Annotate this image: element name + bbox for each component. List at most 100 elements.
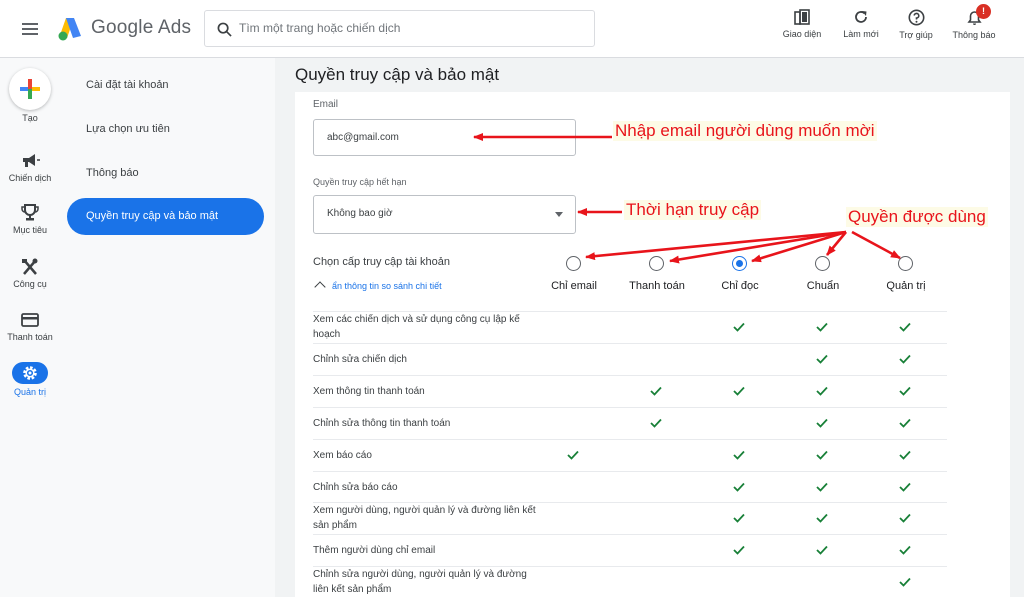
nav-item-notifications[interactable]: Thông báo — [86, 167, 139, 179]
level-label: Chuẩn — [806, 280, 840, 292]
check-icon — [733, 482, 745, 492]
radio-read-only[interactable] — [732, 256, 747, 271]
radio-admin[interactable] — [898, 256, 913, 271]
permission-row: Chỉnh sửa báo cáo — [313, 471, 947, 502]
radio-email-only[interactable] — [566, 256, 581, 271]
layout-label: Giao diện — [782, 29, 822, 39]
check-icon — [899, 322, 911, 332]
permission-row: Chỉnh sửa người dùng, người quản lý và đ… — [313, 566, 947, 597]
access-level-label: Chọn cấp truy cập tài khoản — [313, 256, 450, 268]
rail-label: Quản trị — [13, 387, 46, 397]
check-icon — [733, 450, 745, 460]
rail-item-goals[interactable]: Mục tiêu — [0, 204, 60, 235]
level-label: Thanh toán — [629, 280, 685, 292]
annotation-rights: Quyền được dùng — [846, 207, 988, 227]
permission-text: Chỉnh sửa báo cáo — [313, 482, 398, 493]
check-icon — [816, 513, 828, 523]
tools-icon — [22, 258, 38, 275]
permission-text: Xem thông tin thanh toán — [313, 386, 425, 397]
top-app-bar: Google Ads Tìm một trang hoặc chiến dịch… — [0, 0, 1024, 58]
help-button[interactable]: Trợ giúp — [889, 9, 943, 49]
check-icon — [816, 450, 828, 460]
gear-icon — [23, 366, 37, 380]
check-icon — [899, 386, 911, 396]
check-icon — [816, 386, 828, 396]
check-icon — [733, 545, 745, 555]
help-icon — [908, 9, 924, 26]
nav-item-account-settings[interactable]: Cài đặt tài khoản — [86, 79, 169, 91]
email-label: Email — [313, 99, 339, 110]
chevron-up-icon — [314, 281, 326, 293]
check-icon — [899, 513, 911, 523]
rail-item-campaigns[interactable]: Chiến dịch — [0, 152, 60, 183]
rail-label: Thanh toán — [7, 332, 53, 342]
dropdown-arrow-icon — [555, 212, 563, 217]
trophy-icon — [21, 204, 39, 221]
page-title: Quyền truy cập và bảo mật — [295, 65, 500, 84]
expiry-dropdown[interactable]: Không bao giờ — [313, 195, 576, 234]
megaphone-icon — [23, 154, 40, 167]
rail-item-billing[interactable]: Thanh toán — [0, 311, 60, 342]
layout-button[interactable]: Giao diện — [775, 9, 829, 49]
radio-billing[interactable] — [649, 256, 664, 271]
check-icon — [899, 450, 911, 460]
settings-subnav: Cài đặt tài khoản Lựa chọn ưu tiên Thông… — [60, 58, 275, 597]
permission-text: Chỉnh sửa người dùng, người quản lý và đ… — [313, 569, 527, 595]
permission-row: Xem người dùng, người quản lý và đường l… — [313, 502, 947, 534]
permission-row: Xem thông tin thanh toán — [313, 375, 947, 407]
refresh-button[interactable]: Làm mới — [834, 9, 888, 49]
level-label: Chỉ đọc — [721, 280, 759, 292]
expiry-label: Quyền truy cập hết hạn — [313, 177, 407, 187]
layout-icon — [794, 9, 810, 25]
check-icon — [816, 545, 828, 555]
permission-text: Xem báo cáo — [313, 450, 372, 461]
create-label: Tạo — [22, 113, 38, 123]
search-box[interactable]: Tìm một trang hoặc chiến dịch — [204, 10, 595, 47]
rail-label: Công cụ — [13, 279, 47, 289]
check-icon — [650, 418, 662, 428]
permission-row: Xem các chiến dịch và sử dụng công cụ lậ… — [313, 311, 947, 343]
rail-label: Mục tiêu — [12, 225, 47, 235]
rail-item-admin[interactable]: Quản trị — [0, 362, 60, 397]
check-icon — [567, 450, 579, 460]
radio-standard[interactable] — [815, 256, 830, 271]
check-icon — [899, 545, 911, 555]
rail-item-tools[interactable]: Công cụ — [0, 258, 60, 289]
hamburger-menu-icon[interactable] — [20, 19, 40, 39]
help-label: Trợ giúp — [899, 30, 933, 40]
notifications-button[interactable]: ! Thông báo — [947, 4, 1001, 49]
permission-row: Xem báo cáo — [313, 439, 947, 471]
check-icon — [733, 322, 745, 332]
check-icon — [899, 418, 911, 428]
comparison-toggle[interactable]: ẩn thông tin so sánh chi tiết — [314, 281, 442, 293]
check-icon — [899, 354, 911, 364]
rail-active-indicator — [12, 362, 48, 384]
annotation-expiry: Thời hạn truy cập — [624, 200, 762, 220]
permission-text: Xem các chiến dịch và sử dụng công cụ lậ… — [313, 314, 520, 340]
permission-text: Xem người dùng, người quản lý và đường l… — [313, 505, 536, 531]
check-icon — [733, 513, 745, 523]
search-input[interactable]: Tìm một trang hoặc chiến dịch — [239, 21, 400, 35]
navigation-rail: Tạo Chiến dịch Mục tiêu Công cụ Thanh to… — [0, 58, 60, 597]
check-icon — [733, 386, 745, 396]
nav-item-access-security[interactable]: Quyền truy cập và bảo mật — [67, 198, 264, 235]
permission-row: Chỉnh sửa chiến dịch — [313, 343, 947, 375]
permission-row: Thêm người dùng chỉ email — [313, 534, 947, 566]
email-value: abc@gmail.com — [327, 132, 399, 143]
email-field[interactable]: abc@gmail.com — [313, 119, 576, 156]
create-button[interactable] — [9, 68, 51, 110]
permission-text: Chỉnh sửa thông tin thanh toán — [313, 418, 451, 429]
toggle-label: ẩn thông tin so sánh chi tiết — [332, 281, 442, 291]
check-icon — [816, 322, 828, 332]
search-icon — [217, 22, 232, 37]
permission-text: Thêm người dùng chỉ email — [313, 545, 436, 556]
check-icon — [650, 386, 662, 396]
brand-name: Google Ads — [91, 17, 192, 38]
notification-badge: ! — [976, 4, 991, 19]
nav-item-preferences[interactable]: Lựa chọn ưu tiên — [86, 123, 170, 135]
plus-icon — [20, 79, 40, 99]
annotation-email: Nhập email người dùng muốn mời — [613, 121, 877, 141]
google-ads-logo-icon[interactable] — [56, 16, 84, 42]
check-icon — [816, 482, 828, 492]
permission-row: Chỉnh sửa thông tin thanh toán — [313, 407, 947, 439]
